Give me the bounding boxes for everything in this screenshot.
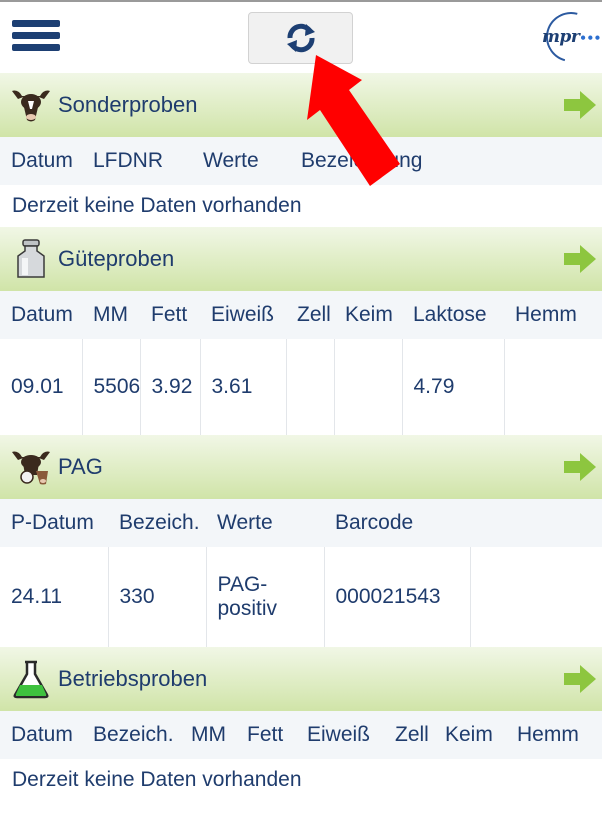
column-header: Werte xyxy=(206,499,324,547)
section-header-pag[interactable]: PAG xyxy=(0,435,602,499)
section-title: Sonderproben xyxy=(58,92,198,117)
table-cell: 4.79 xyxy=(402,339,505,435)
gueteproben-table: Datum MM Fett Eiweiß Zell Keim Laktose H… xyxy=(0,291,602,435)
section-title: Betriebsproben xyxy=(58,666,208,691)
refresh-button[interactable] xyxy=(248,12,353,64)
app-screen: mpr••• Sonderproben Datum LFDNR Werte Be… xyxy=(0,0,602,823)
column-header: Keim xyxy=(334,291,402,339)
table-cell: PAG-positiv xyxy=(206,547,325,647)
column-header: LFDNR xyxy=(82,137,192,185)
column-header xyxy=(470,499,602,547)
forward-arrow-icon[interactable] xyxy=(564,665,596,693)
column-header: Bezeichnung xyxy=(290,137,602,185)
table-cell: 24.11 xyxy=(0,547,109,647)
section-title: Güteproben xyxy=(58,246,175,271)
table-cell: 330 xyxy=(108,547,207,647)
table-cell: 09.01 xyxy=(0,339,83,435)
milk-can-icon xyxy=(8,239,54,279)
table-cell xyxy=(334,339,403,435)
forward-arrow-icon[interactable] xyxy=(564,245,596,273)
column-header: Fett xyxy=(236,711,296,759)
section-header-betriebsproben[interactable]: Betriebsproben xyxy=(0,647,602,711)
column-header: Werte xyxy=(192,137,290,185)
table-cell xyxy=(470,547,602,647)
column-header: Barcode xyxy=(324,499,470,547)
table-header-row: P-Datum Bezeich. Werte Barcode xyxy=(0,499,602,547)
column-header: Bezeich. xyxy=(82,711,180,759)
empty-state-text: Derzeit keine Daten vorhanden xyxy=(0,185,602,227)
column-header: Keim xyxy=(434,711,506,759)
section-header-gueteproben[interactable]: Güteproben xyxy=(0,227,602,291)
forward-arrow-icon[interactable] xyxy=(564,91,596,119)
table-cell: 3.92 xyxy=(140,339,201,435)
column-header: Zell xyxy=(286,291,334,339)
column-header: Zell xyxy=(384,711,434,759)
column-header: Hemm xyxy=(504,291,602,339)
column-header: Eiweiß xyxy=(200,291,286,339)
section-header-sonderproben[interactable]: Sonderproben xyxy=(0,73,602,137)
table-row[interactable]: 09.01 5506 3.92 3.61 4.79 xyxy=(0,339,602,435)
table-cell: 5506 xyxy=(82,339,141,435)
table-header-row: Datum LFDNR Werte Bezeichnung xyxy=(0,137,602,185)
column-header: Bezeich. xyxy=(108,499,206,547)
refresh-icon xyxy=(286,23,315,53)
table-cell: 000021543 xyxy=(324,547,471,647)
column-header: MM xyxy=(180,711,236,759)
table-header-row: Datum MM Fett Eiweiß Zell Keim Laktose H… xyxy=(0,291,602,339)
column-header: Laktose xyxy=(402,291,504,339)
sonderproben-table: Datum LFDNR Werte Bezeichnung xyxy=(0,137,602,185)
hamburger-menu-icon[interactable] xyxy=(12,20,60,56)
column-header: Datum xyxy=(0,711,82,759)
column-header: Datum xyxy=(0,291,82,339)
pag-table: P-Datum Bezeich. Werte Barcode 24.11 330… xyxy=(0,499,602,647)
table-header-row: Datum Bezeich. MM Fett Eiweiß Zell Keim … xyxy=(0,711,602,759)
column-header: P-Datum xyxy=(0,499,108,547)
betriebsproben-table: Datum Bezeich. MM Fett Eiweiß Zell Keim … xyxy=(0,711,602,759)
table-cell xyxy=(286,339,335,435)
table-row[interactable]: 24.11 330 PAG-positiv 000021543 xyxy=(0,547,602,647)
table-cell xyxy=(504,339,602,435)
forward-arrow-icon[interactable] xyxy=(564,453,596,481)
column-header: Datum xyxy=(0,137,82,185)
mpr-logo: mpr••• xyxy=(536,2,602,72)
column-header: Eiweiß xyxy=(296,711,384,759)
empty-state-text: Derzeit keine Daten vorhanden xyxy=(0,759,602,801)
table-cell: 3.61 xyxy=(200,339,287,435)
column-header: Fett xyxy=(140,291,200,339)
column-header: MM xyxy=(82,291,140,339)
column-header: Hemm xyxy=(506,711,602,759)
cow-head-icon xyxy=(8,85,54,125)
section-title: PAG xyxy=(58,454,103,479)
cow-pregnancy-icon xyxy=(8,447,54,487)
top-bar: mpr••• xyxy=(0,2,602,73)
flask-icon xyxy=(8,659,54,699)
